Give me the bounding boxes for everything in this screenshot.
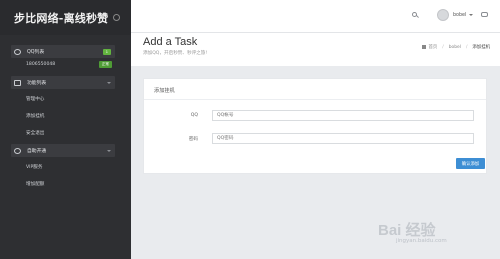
avatar [437,9,449,21]
chevron-down-icon [107,81,111,84]
qq-password-input[interactable] [212,133,474,144]
menu-item-label: 安全退出 [26,130,45,136]
sidebar-item-logout[interactable]: 安全退出 [0,126,131,139]
chevron-down-icon [469,14,474,16]
sidebar-item-vip[interactable]: VIP服务 [0,160,131,173]
breadcrumb-user[interactable]: bobel [449,45,461,50]
sidebar-item-qq-account[interactable]: 1806550048 正常 [0,58,131,71]
sidebar: 步比网络-离线秒赞 QQ列表 1 1806550048 正常 功能列表 管理中心… [0,0,131,259]
brand: 步比网络-离线秒赞 [0,0,131,35]
section-label: 自助开通 [27,149,47,154]
divider [144,99,486,100]
chevron-down-icon [107,149,111,152]
watermark-url: jingyan.baidu.com [396,238,447,244]
page-subtitle: 添加QQ，开启秒赞、秒评之旅! [143,51,208,56]
menu-item-label: VIP服务 [26,164,43,170]
password-form-row: 密码 [144,133,488,145]
top-bar: bobel [131,0,500,33]
watermark-logo: Bai 经验 [378,222,436,239]
user-menu[interactable]: bobel [437,9,474,21]
qq-account-label: 1806550048 [26,62,56,67]
baidu-watermark: Bai 经验 jingyan.baidu.com [374,215,490,251]
sidebar-section-functions[interactable]: 功能列表 [11,76,115,89]
brand-settings-icon[interactable] [113,14,121,21]
card-title: 添加挂机 [154,88,175,94]
breadcrumb-separator: / [442,44,444,50]
qq-count-badge: 1 [102,48,111,55]
breadcrumb-current: 添加挂机 [472,45,490,50]
brand-title: 步比网络-离线秒赞 [14,11,109,25]
section-label: QQ列表 [27,50,45,55]
menu-item-label: 管理中心 [26,96,45,102]
breadcrumb-home[interactable]: 首页 [428,44,437,50]
sidebar-item-add-quota[interactable]: 增加配额 [0,177,131,190]
sidebar-section-self-service[interactable]: 自助开通 [11,144,115,157]
globe-icon [14,147,21,154]
page-title: Add a Task [143,36,198,48]
breadcrumb: 首页 / bobel / 添加挂机 [422,44,490,50]
breadcrumb-separator: / [465,44,468,50]
confirm-add-button[interactable]: 确认添加 [456,158,485,169]
sidebar-item-add-task[interactable]: 添加挂机 [0,109,131,122]
qq-account-input[interactable] [212,110,474,121]
qq-label: QQ [190,113,198,118]
chat-icon[interactable] [481,12,488,17]
section-label: 功能列表 [27,81,47,86]
menu-item-label: 添加挂机 [26,113,45,119]
qq-form-row: QQ [144,110,488,122]
home-icon [422,45,427,49]
add-task-card: 添加挂机 QQ 密码 确认添加 [143,78,487,174]
status-badge: 正常 [98,61,112,68]
menu-item-label: 增加配额 [26,181,45,187]
page-header: Add a Task 添加QQ，开启秒赞、秒评之旅! 首页 / bobel / … [131,33,500,66]
globe-icon [14,48,21,55]
search-icon[interactable] [412,12,417,17]
sidebar-item-admin-center[interactable]: 管理中心 [0,92,131,105]
monitor-icon [14,79,21,86]
username: bobel [453,12,467,18]
sidebar-section-qq-list[interactable]: QQ列表 1 [11,45,115,58]
password-label: 密码 [188,137,198,142]
sidebar-menu: QQ列表 1 1806550048 正常 功能列表 管理中心 添加挂机 安全退出… [0,45,131,190]
